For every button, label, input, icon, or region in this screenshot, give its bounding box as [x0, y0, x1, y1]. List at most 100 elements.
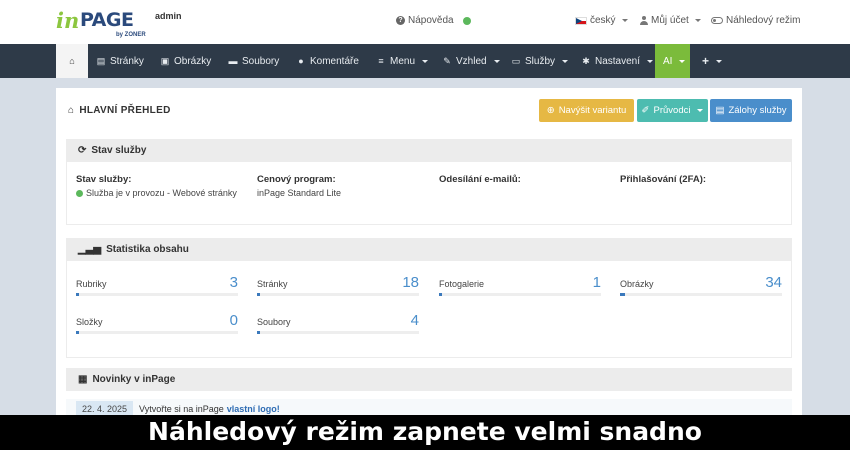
nav-add[interactable]: + — [694, 44, 730, 78]
logo-in: in — [56, 8, 80, 33]
metric-bar — [76, 293, 238, 296]
metric-value: 34 — [765, 274, 782, 291]
nav-menu[interactable]: ≡ Menu — [368, 44, 436, 78]
logo-admin-label: admin — [155, 11, 182, 21]
service-state-value: Služba je v provozu - Webové stránky — [86, 188, 237, 198]
news-panel-title: Novinky v inPage — [92, 374, 176, 385]
status-ok-icon — [462, 16, 471, 25]
metric-label: Složky — [76, 317, 103, 327]
chevron-down-icon — [422, 59, 429, 63]
inpage-logo[interactable]: in PAGE admin by ZONER — [56, 8, 196, 40]
nav-comments[interactable]: ● Komentáře — [288, 44, 367, 78]
metric-pages[interactable]: Stránky 18 — [257, 274, 419, 296]
video-caption: Náhledový režim zapnete velmi snadno — [0, 415, 850, 450]
account-label: Můj účet — [651, 15, 689, 26]
nav-files-label: Soubory — [242, 55, 280, 67]
status-panel-title: Stav služby — [91, 145, 147, 156]
metric-bar — [257, 293, 419, 296]
news-text: Vytvořte si na inPage — [139, 403, 224, 414]
check-icon — [76, 189, 83, 197]
backup-icon: ▤ — [715, 105, 725, 116]
metric-files[interactable]: Soubory 4 — [257, 312, 419, 334]
stat-label: Přihlašování (2FA): — [620, 174, 707, 185]
nav-ai-label: AI — [663, 55, 673, 67]
gear-icon: ✱ — [582, 55, 590, 66]
metric-bar — [76, 331, 238, 334]
refresh-icon: ⟳ — [78, 145, 87, 156]
metric-folders[interactable]: Složky 0 — [76, 312, 238, 334]
chevron-down-icon — [716, 59, 723, 63]
upgrade-icon: ⊕ — [546, 105, 555, 116]
brush-icon: ✎ — [443, 55, 451, 66]
metric-label: Obrázky — [620, 279, 654, 289]
preview-label: Náhledový režim — [726, 15, 801, 26]
guides-label: Průvodci — [653, 105, 691, 116]
plus-icon: + — [702, 54, 710, 68]
comments-icon: ● — [298, 56, 304, 66]
news-panel-header: ▦ Novinky v inPage — [66, 368, 792, 391]
chevron-down-icon — [493, 59, 500, 63]
guides-button[interactable]: ✐ Průvodci — [637, 99, 708, 122]
bar-chart-icon: ▁▃▅ — [78, 244, 102, 255]
metric-value: 4 — [410, 312, 419, 329]
metric-images[interactable]: Obrázky 34 — [620, 274, 782, 296]
toggle-icon — [711, 17, 723, 24]
chevron-down-icon — [694, 19, 701, 22]
nav-menu-label: Menu — [390, 55, 416, 67]
metric-categories[interactable]: Rubriky 3 — [76, 274, 238, 296]
preview-mode-toggle[interactable]: Náhledový režim — [711, 15, 800, 26]
stat-service-state: Stav služby: Služba je v provozu - Webov… — [76, 174, 246, 198]
status-panel-header: ⟳ Stav služby — [66, 139, 792, 162]
stat-price-plan: Cenový program: inPage Standard Lite — [257, 174, 427, 198]
metric-bar — [257, 331, 419, 334]
file-icon: ▤ — [96, 55, 106, 66]
nav-comments-label: Komentáře — [310, 55, 359, 67]
metric-bar — [620, 293, 782, 296]
account-dropdown[interactable]: Můj účet — [640, 15, 701, 26]
help-link[interactable]: ? Nápověda — [396, 15, 471, 26]
metric-galleries[interactable]: Fotogalerie 1 — [439, 274, 601, 296]
main-navigation: ⌂ ▤ Stránky ▣ Obrázky ▬ Soubory ● Koment… — [0, 44, 850, 78]
stat-2fa: Přihlašování (2FA): — [620, 174, 790, 188]
nav-files[interactable]: ▬ Soubory — [220, 44, 287, 78]
top-bar: in PAGE admin by ZONER ? Nápověda český … — [0, 0, 850, 44]
stat-label: Cenový program: — [257, 174, 336, 185]
nav-settings[interactable]: ✱ Nastavení — [573, 44, 661, 78]
nav-images[interactable]: ▣ Obrázky — [152, 44, 219, 78]
metric-label: Fotogalerie — [439, 279, 485, 289]
backups-button[interactable]: ▤ Zálohy služby — [710, 99, 792, 122]
news-link[interactable]: vlastní logo! — [227, 404, 280, 414]
nav-services[interactable]: ▭ Služby — [503, 44, 576, 78]
chevron-down-icon — [647, 59, 654, 63]
nav-appearance[interactable]: ✎ Vzhled — [434, 44, 508, 78]
list-icon: ≡ — [378, 56, 384, 66]
stats-panel-body: Rubriky 3 Stránky 18 Fotogalerie 1 Obráz… — [66, 261, 792, 358]
help-label: Nápověda — [408, 15, 454, 26]
metric-bar-fill — [257, 293, 261, 296]
home-icon: ⌂ — [69, 56, 75, 66]
metric-value: 3 — [229, 274, 238, 291]
wand-icon: ✐ — [641, 105, 650, 116]
metric-label: Rubriky — [76, 279, 107, 289]
services-icon: ▭ — [511, 55, 521, 66]
nav-home[interactable]: ⌂ — [56, 44, 88, 78]
metric-bar-fill — [257, 331, 261, 334]
metric-bar-fill — [76, 293, 80, 296]
language-label: český — [590, 15, 616, 26]
metric-value: 18 — [402, 274, 419, 291]
backups-label: Zálohy služby — [728, 105, 787, 116]
language-dropdown[interactable]: český — [575, 15, 628, 26]
stats-panel-title: Statistika obsahu — [106, 244, 189, 255]
question-icon: ? — [396, 16, 405, 25]
chevron-down-icon — [621, 19, 628, 22]
metric-bar — [439, 293, 601, 296]
user-icon — [640, 16, 648, 25]
metric-value: 0 — [229, 312, 238, 329]
nav-pages-label: Stránky — [110, 55, 144, 67]
metric-bar-fill — [439, 293, 443, 296]
price-plan-value: inPage Standard Lite — [257, 188, 342, 198]
nav-pages[interactable]: ▤ Stránky — [88, 44, 152, 78]
stats-panel-header: ▁▃▅ Statistika obsahu — [66, 238, 792, 261]
nav-ai[interactable]: AI — [655, 44, 690, 78]
upgrade-plan-button[interactable]: ⊕ Navýšit variantu — [539, 99, 634, 122]
